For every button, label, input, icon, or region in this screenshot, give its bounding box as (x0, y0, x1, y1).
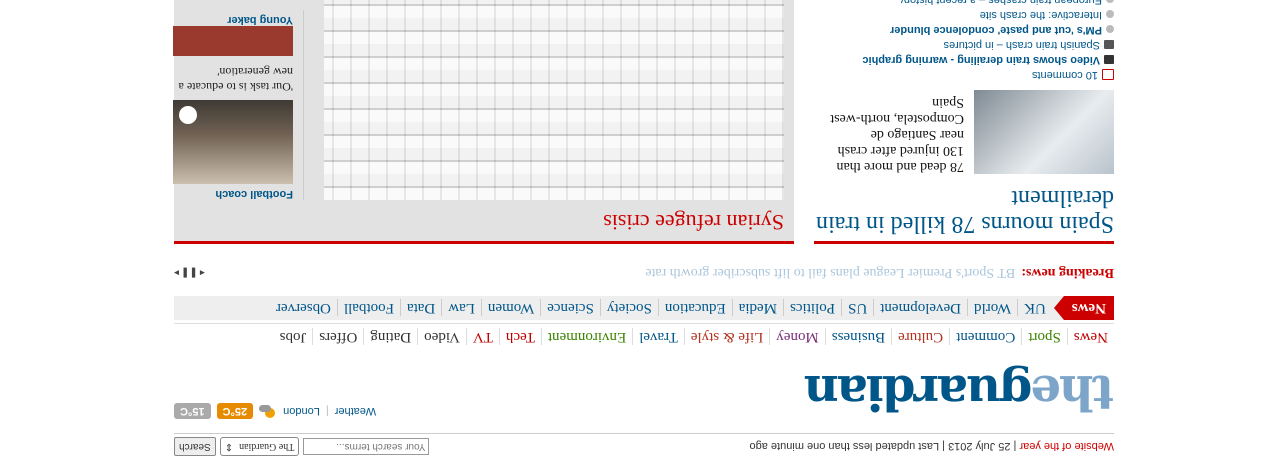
prev-icon[interactable]: ◂ (200, 267, 205, 278)
sub-nav-politics[interactable]: Politics (783, 299, 842, 317)
section-life-style[interactable]: Life & style (683, 328, 770, 346)
section-culture[interactable]: Culture (891, 328, 950, 346)
lead-rule (814, 241, 1114, 244)
football-coach-thumbnail[interactable] (173, 100, 293, 184)
section-tv[interactable]: TV (465, 328, 499, 346)
chevron-updown-icon: ⇕ (224, 441, 234, 452)
sub-nav-active-news[interactable]: News (1063, 296, 1114, 320)
lead-link-text: PM's 'cut and paste' condolence blunder (890, 24, 1102, 36)
sub-nav-development[interactable]: Development (873, 299, 968, 317)
lead-link[interactable]: PM's 'cut and paste' condolence blunder (814, 22, 1114, 37)
lead-standfirst: 78 dead and more than 130 injured after … (830, 95, 964, 174)
sub-nav-law[interactable]: Law (441, 299, 481, 317)
lead-headline[interactable]: Spain mourns 78 killed in train derailme… (814, 185, 1114, 237)
search-form: The Guardian ⇕ Search (174, 437, 430, 456)
section-business[interactable]: Business (824, 328, 892, 346)
young-baker-thumbnail[interactable] (173, 26, 293, 56)
lead-link-text: European train crashes – a recent histor… (900, 0, 1102, 6)
search-scope-label: The Guardian (239, 441, 295, 452)
sun-cloud-icon (259, 402, 277, 420)
website-of-year-link[interactable]: Website of the year (1019, 440, 1114, 452)
section-dating[interactable]: Dating (363, 328, 418, 346)
breaking-news-headline[interactable]: BT Sport's Premier League plans fail to … (645, 264, 1015, 280)
lead-link[interactable]: European train crashes – a recent histor… (814, 0, 1114, 7)
sub-nav-uk[interactable]: UK (1017, 299, 1052, 317)
refugee-camp-photo[interactable] (324, 0, 784, 200)
next-icon[interactable]: ▸ (174, 267, 179, 278)
weather-widget: Weather | London 25°C 15°C (174, 402, 376, 420)
date-line: Website of the year | 25 July 2013 | Las… (750, 440, 1114, 452)
sub-nav-society[interactable]: Society (599, 299, 658, 317)
dot-icon (1106, 25, 1114, 34)
last-updated-text: | 25 July 2013 | Last updated less than … (749, 440, 1020, 452)
logo-guardian: guardian (805, 364, 1033, 420)
section-offers[interactable]: Offers (312, 328, 364, 346)
sub-nav-world[interactable]: World (967, 299, 1018, 317)
football-coach-quote[interactable]: 'Our task is to educate a new generation… (173, 64, 293, 94)
lead-link-text: Interactive: the crash site (979, 9, 1102, 21)
temperature-low: 15°C (174, 403, 211, 419)
section-nav: News Sport Comment Culture Business Money Life… (174, 323, 1114, 350)
sub-nav-observer[interactable]: Observer (270, 300, 337, 317)
section-money[interactable]: Money (769, 328, 825, 346)
sub-nav-women[interactable]: Women (480, 299, 541, 317)
section-comment[interactable]: Comment (949, 328, 1022, 346)
lead-link[interactable]: Video shows train derailing - warning gr… (814, 52, 1114, 67)
sub-nav: News UK World Development US Politics Media Ed… (174, 296, 1114, 320)
search-button[interactable]: Search (174, 437, 216, 456)
lead-link[interactable]: Spanish train crash – in pictures (814, 37, 1114, 52)
lead-link-text: Spanish train crash – in pictures (943, 39, 1100, 51)
weather-location[interactable]: London (283, 405, 320, 417)
play-icon (179, 106, 197, 124)
section-news[interactable]: News (1066, 328, 1114, 346)
comments-row[interactable]: 10 comments (814, 67, 1114, 82)
syria-side-column: Football coach 'Our task is to educate a… (173, 10, 304, 200)
breaking-news-ticker: Breaking news: BT Sport's Premier League… (174, 262, 1114, 282)
section-sport[interactable]: Sport (1021, 328, 1067, 346)
sub-nav-education[interactable]: Education (657, 299, 732, 317)
syria-panel: Syrian refugee crisis Football coach 'Ou… (173, 0, 794, 244)
top-bar: Website of the year | 25 July 2013 | Las… (174, 433, 1114, 458)
video-icon (1104, 55, 1114, 64)
dot-icon (1106, 0, 1114, 4)
search-input[interactable] (303, 438, 430, 455)
lead-story: Spain mourns 78 killed in train derailme… (814, 0, 1114, 244)
pause-icon[interactable]: ❚❚ (181, 267, 198, 278)
weather-link[interactable]: Weather (335, 405, 376, 417)
page-root: Website of the year | 25 July 2013 | Las… (0, 0, 1280, 460)
lead-link[interactable]: Interactive: the crash site (814, 7, 1114, 22)
guardian-logo[interactable]: theguardian (806, 364, 1114, 420)
camera-icon (1104, 40, 1114, 49)
ticker-controls: ◂ ❚❚ ▸ (174, 267, 205, 278)
breaking-news-label: Breaking news: (1021, 265, 1114, 280)
sub-nav-football[interactable]: Football (336, 299, 400, 317)
comment-icon (1102, 69, 1114, 80)
interactive-icon (1106, 10, 1114, 19)
temperature-high: 25°C (216, 403, 254, 419)
page-container: Website of the year | 25 July 2013 | Las… (173, 0, 1114, 460)
comments-count: 10 comments (1031, 69, 1098, 81)
sub-nav-data[interactable]: Data (399, 299, 442, 317)
football-coach-kicker[interactable]: Football coach (173, 188, 293, 200)
search-scope-select[interactable]: The Guardian ⇕ (219, 437, 300, 456)
section-video[interactable]: Video (417, 328, 466, 346)
section-travel[interactable]: Travel (632, 328, 684, 346)
lead-related-links: 10 comments Video shows train derailing … (814, 0, 1114, 82)
lead-link-text: Video shows train derailing - warning gr… (862, 54, 1100, 66)
weather-separator: | (325, 405, 329, 417)
section-tech[interactable]: Tech (498, 328, 541, 346)
section-jobs[interactable]: Jobs (274, 329, 313, 346)
section-environment[interactable]: Environment (540, 328, 633, 346)
sub-nav-us[interactable]: US (841, 299, 874, 317)
syria-headline[interactable]: Syrian refugee crisis (174, 209, 784, 235)
logo-the: the (1032, 364, 1114, 420)
sub-nav-media[interactable]: Media (731, 299, 784, 317)
young-baker-kicker[interactable]: Young baker (173, 14, 293, 26)
syria-rule (174, 241, 794, 244)
lead-thumbnail[interactable] (974, 90, 1114, 174)
sub-nav-science[interactable]: Science (540, 299, 600, 317)
